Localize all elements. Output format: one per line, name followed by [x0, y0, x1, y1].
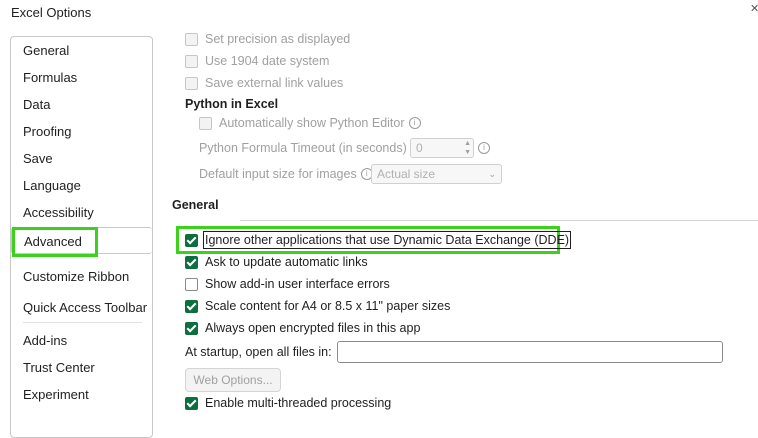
date-1904-checkbox[interactable] — [185, 54, 198, 68]
default-size-select[interactable]: Actual size ⌄ — [371, 164, 502, 184]
python-auto-show-checkbox[interactable] — [199, 116, 212, 130]
options-nav: General Formulas Data Proofing Save Lang… — [10, 36, 153, 438]
scale-content-checkbox[interactable] — [185, 299, 198, 313]
ignore-dde-option[interactable]: Ignore other applications that use Dynam… — [185, 230, 572, 250]
nav-item-customize-ribbon[interactable]: Customize Ribbon — [11, 263, 152, 290]
show-addin-errors-option[interactable]: Show add-in user interface errors — [185, 274, 390, 294]
date-1904-option[interactable]: Use 1904 date system — [185, 51, 329, 71]
python-timeout-label: Python Formula Timeout (in seconds) — [199, 141, 407, 155]
date-1904-label: Use 1904 date system — [205, 54, 330, 68]
nav-item-advanced[interactable]: Advanced — [11, 227, 152, 257]
multithread-option[interactable]: Enable multi-threaded processing — [185, 393, 391, 413]
nav-separator — [23, 322, 142, 323]
always-open-encrypted-option[interactable]: Always open encrypted files in this app — [185, 318, 420, 338]
close-icon[interactable]: ✕ — [750, 2, 758, 14]
default-size-row: Default input size for images i — [199, 164, 373, 184]
show-addin-errors-checkbox[interactable] — [185, 277, 198, 291]
default-size-label: Default input size for images — [199, 167, 357, 181]
nav-item-general[interactable]: General — [11, 37, 152, 64]
always-open-encrypted-checkbox[interactable] — [185, 321, 198, 335]
nav-item-data[interactable]: Data — [11, 91, 152, 118]
always-open-encrypted-label: Always open encrypted files in this app — [205, 321, 421, 335]
ask-update-label: Ask to update automatic links — [205, 255, 368, 269]
python-auto-show-option[interactable]: Automatically show Python Editor i — [199, 113, 421, 133]
startup-row: At startup, open all files in: — [185, 342, 332, 362]
python-heading: Python in Excel — [185, 97, 279, 111]
set-precision-option[interactable]: Set precision as displayed — [185, 29, 350, 49]
show-addin-errors-label: Show add-in user interface errors — [205, 277, 390, 291]
startup-folder-input[interactable] — [337, 341, 723, 363]
default-size-value: Actual size — [377, 167, 436, 181]
ignore-dde-label: Ignore other applications that use Dynam… — [202, 231, 572, 249]
nav-item-add-ins[interactable]: Add-ins — [11, 327, 152, 354]
multithread-label: Enable multi-threaded processing — [205, 396, 392, 410]
ask-update-option[interactable]: Ask to update automatic links — [185, 252, 368, 272]
save-links-label: Save external link values — [205, 76, 344, 90]
nav-item-proofing[interactable]: Proofing — [11, 118, 152, 145]
scale-content-label: Scale content for A4 or 8.5 x 11" paper … — [205, 299, 451, 313]
window-title: Excel Options — [11, 5, 92, 20]
python-timeout-value: 0 — [416, 141, 423, 155]
python-timeout-row: Python Formula Timeout (in seconds) — [199, 138, 407, 158]
nav-item-save[interactable]: Save — [11, 145, 152, 172]
multithread-checkbox[interactable] — [185, 396, 198, 410]
python-timeout-stepper[interactable]: 0 ▲ ▼ — [410, 138, 474, 158]
startup-label: At startup, open all files in: — [185, 345, 332, 359]
stepper-arrows-icon[interactable]: ▲ ▼ — [464, 139, 471, 157]
advanced-highlight-box — [12, 227, 98, 257]
save-links-checkbox[interactable] — [185, 76, 198, 90]
nav-item-accessibility[interactable]: Accessibility — [11, 199, 152, 226]
ask-update-checkbox[interactable] — [185, 255, 198, 269]
nav-item-language[interactable]: Language — [11, 172, 152, 199]
scale-content-option[interactable]: Scale content for A4 or 8.5 x 11" paper … — [185, 296, 450, 316]
info-icon: i — [478, 142, 490, 154]
nav-item-experiment[interactable]: Experiment — [11, 381, 152, 408]
info-icon: i — [408, 117, 421, 129]
general-heading: General — [172, 198, 219, 212]
ignore-dde-checkbox[interactable] — [185, 233, 198, 247]
nav-item-formulas[interactable]: Formulas — [11, 64, 152, 91]
chevron-down-icon: ⌄ — [488, 169, 496, 179]
nav-item-quick-access-toolbar[interactable]: Quick Access Toolbar — [11, 294, 152, 321]
save-links-option[interactable]: Save external link values — [185, 73, 343, 93]
section-divider — [240, 220, 758, 221]
set-precision-label: Set precision as displayed — [205, 32, 351, 46]
set-precision-checkbox[interactable] — [185, 32, 198, 46]
python-auto-show-label: Automatically show Python Editor — [219, 116, 405, 130]
nav-item-trust-center[interactable]: Trust Center — [11, 354, 152, 381]
web-options-button[interactable]: Web Options... — [185, 368, 281, 392]
